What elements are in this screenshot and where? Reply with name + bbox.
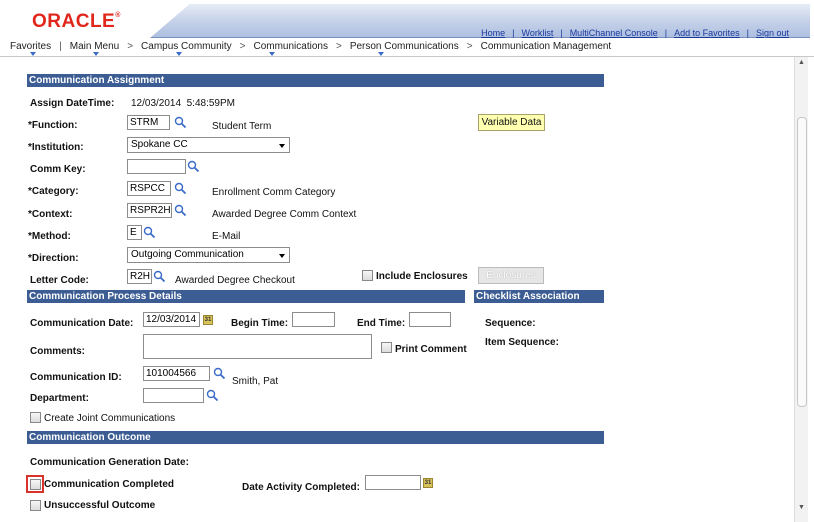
create-joint-communications-label: Create Joint Communications bbox=[44, 413, 176, 424]
chevron-down-icon bbox=[279, 144, 285, 148]
breadcrumb-campus-community[interactable]: Campus Community bbox=[139, 41, 234, 52]
letter-code-input[interactable]: R2H bbox=[127, 269, 152, 284]
top-links: Home | Worklist | MultiChannel Console | Ad… bbox=[474, 28, 796, 38]
breadcrumb-person-communications[interactable]: Person Communications bbox=[348, 41, 461, 52]
breadcrumb-communications[interactable]: Communications bbox=[251, 41, 329, 52]
function-input[interactable]: STRM bbox=[127, 115, 170, 130]
department-label: Department: bbox=[30, 393, 89, 404]
multichannel-console-link[interactable]: MultiChannel Console bbox=[563, 28, 665, 38]
comments-textarea[interactable] bbox=[143, 334, 372, 359]
communication-completed-label: Communication Completed bbox=[44, 479, 175, 490]
department-input[interactable] bbox=[143, 388, 204, 403]
context-label: *Context: bbox=[28, 209, 73, 220]
context-input[interactable]: RSPR2H bbox=[127, 203, 172, 218]
oracle-logo: ORACLE® bbox=[32, 11, 121, 32]
scroll-down-icon[interactable]: ▼ bbox=[798, 504, 805, 511]
assign-datetime-label: Assign DateTime: bbox=[30, 98, 115, 109]
comm-key-input[interactable] bbox=[127, 159, 186, 174]
method-input[interactable]: E bbox=[127, 225, 142, 240]
letter-code-label: Letter Code: bbox=[30, 275, 89, 286]
category-input[interactable]: RSPCC bbox=[127, 181, 171, 196]
communication-completed-checkbox[interactable] bbox=[30, 479, 41, 490]
communication-id-lookup-icon[interactable] bbox=[213, 367, 226, 380]
date-activity-completed-label: Date Activity Completed: bbox=[242, 482, 360, 493]
include-enclosures-label: Include Enclosures bbox=[376, 271, 468, 282]
method-description: E-Mail bbox=[212, 231, 241, 242]
print-comment-checkbox[interactable] bbox=[381, 342, 392, 353]
scroll-up-icon[interactable]: ▲ bbox=[798, 59, 805, 66]
begin-time-input[interactable] bbox=[292, 312, 335, 327]
section-checklist-association: Checklist Association bbox=[474, 290, 604, 303]
create-joint-communications-checkbox[interactable] bbox=[30, 412, 41, 423]
sign-out-link[interactable]: Sign out bbox=[749, 28, 796, 38]
category-description: Enrollment Comm Category bbox=[212, 187, 336, 198]
method-lookup-icon[interactable] bbox=[143, 226, 156, 239]
communication-id-input[interactable]: 101004566 bbox=[143, 366, 210, 381]
unsuccessful-outcome-checkbox[interactable] bbox=[30, 500, 41, 511]
letter-code-description: Awarded Degree Checkout bbox=[175, 275, 295, 286]
comm-key-lookup-icon[interactable] bbox=[187, 160, 200, 173]
include-enclosures-checkbox[interactable] bbox=[362, 270, 373, 281]
worklist-link[interactable]: Worklist bbox=[515, 28, 561, 38]
enclosures-button[interactable]: Enclosures bbox=[478, 267, 544, 284]
direction-select-value: Outgoing Communication bbox=[131, 249, 244, 260]
communication-date-input[interactable]: 12/03/2014 bbox=[143, 312, 200, 327]
communication-id-label: Communication ID: bbox=[30, 372, 122, 383]
sequence-label: Sequence: bbox=[485, 318, 536, 329]
assign-datetime-value: 12/03/2014 5:48:59PM bbox=[131, 98, 235, 109]
category-label: *Category: bbox=[28, 186, 79, 197]
institution-label: *Institution: bbox=[28, 142, 84, 153]
section-communication-assignment: Communication Assignment bbox=[27, 74, 604, 87]
letter-code-lookup-icon[interactable] bbox=[153, 270, 166, 283]
method-label: *Method: bbox=[28, 231, 71, 242]
communication-generation-date-label: Communication Generation Date: bbox=[30, 457, 189, 468]
category-lookup-icon[interactable] bbox=[174, 182, 187, 195]
chevron-down-icon bbox=[279, 254, 285, 258]
print-comment-label: Print Comment bbox=[395, 344, 467, 355]
item-sequence-label: Item Sequence: bbox=[485, 337, 559, 348]
add-to-favorites-link[interactable]: Add to Favorites bbox=[667, 28, 747, 38]
section-communication-outcome: Communication Outcome bbox=[27, 431, 604, 444]
institution-select-value: Spokane CC bbox=[131, 139, 188, 150]
breadcrumb-main-menu[interactable]: Main Menu bbox=[68, 41, 121, 52]
direction-label: *Direction: bbox=[28, 253, 79, 264]
function-description: Student Term bbox=[212, 121, 272, 132]
vertical-scrollbar[interactable]: ▲ ▼ bbox=[794, 57, 808, 522]
header: ORACLE® Home | Worklist | MultiChannel Con… bbox=[0, 0, 814, 56]
scrollbar-thumb[interactable] bbox=[797, 117, 807, 407]
end-time-label: End Time: bbox=[357, 318, 406, 329]
breadcrumb: Favorites | Main Menu > Campus Community > … bbox=[8, 41, 612, 52]
direction-select[interactable]: Outgoing Communication bbox=[127, 247, 290, 263]
variable-data-button[interactable]: Variable Data bbox=[478, 114, 545, 131]
calendar-icon[interactable]: 31 bbox=[203, 315, 213, 325]
section-communication-process-details: Communication Process Details bbox=[27, 290, 465, 303]
context-description: Awarded Degree Comm Context bbox=[212, 209, 357, 220]
breadcrumb-communication-management: Communication Management bbox=[480, 41, 612, 52]
end-time-input[interactable] bbox=[409, 312, 451, 327]
home-link[interactable]: Home bbox=[474, 28, 512, 38]
comm-key-label: Comm Key: bbox=[30, 164, 86, 175]
communication-date-label: Communication Date: bbox=[30, 318, 134, 329]
function-lookup-icon[interactable] bbox=[174, 116, 187, 129]
breadcrumb-favorites[interactable]: Favorites bbox=[8, 41, 53, 52]
date-activity-completed-input[interactable] bbox=[365, 475, 421, 490]
begin-time-label: Begin Time: bbox=[231, 318, 289, 329]
calendar-icon[interactable]: 31 bbox=[423, 478, 433, 488]
comments-label: Comments: bbox=[30, 346, 86, 357]
function-label: *Function: bbox=[28, 120, 78, 131]
context-lookup-icon[interactable] bbox=[174, 204, 187, 217]
institution-select[interactable]: Spokane CC bbox=[127, 137, 290, 153]
communication-id-name: Smith, Pat bbox=[232, 376, 279, 387]
main-content: Communication Assignment Assign DateTime… bbox=[0, 57, 794, 522]
department-lookup-icon[interactable] bbox=[206, 389, 219, 402]
unsuccessful-outcome-label: Unsuccessful Outcome bbox=[44, 500, 156, 511]
